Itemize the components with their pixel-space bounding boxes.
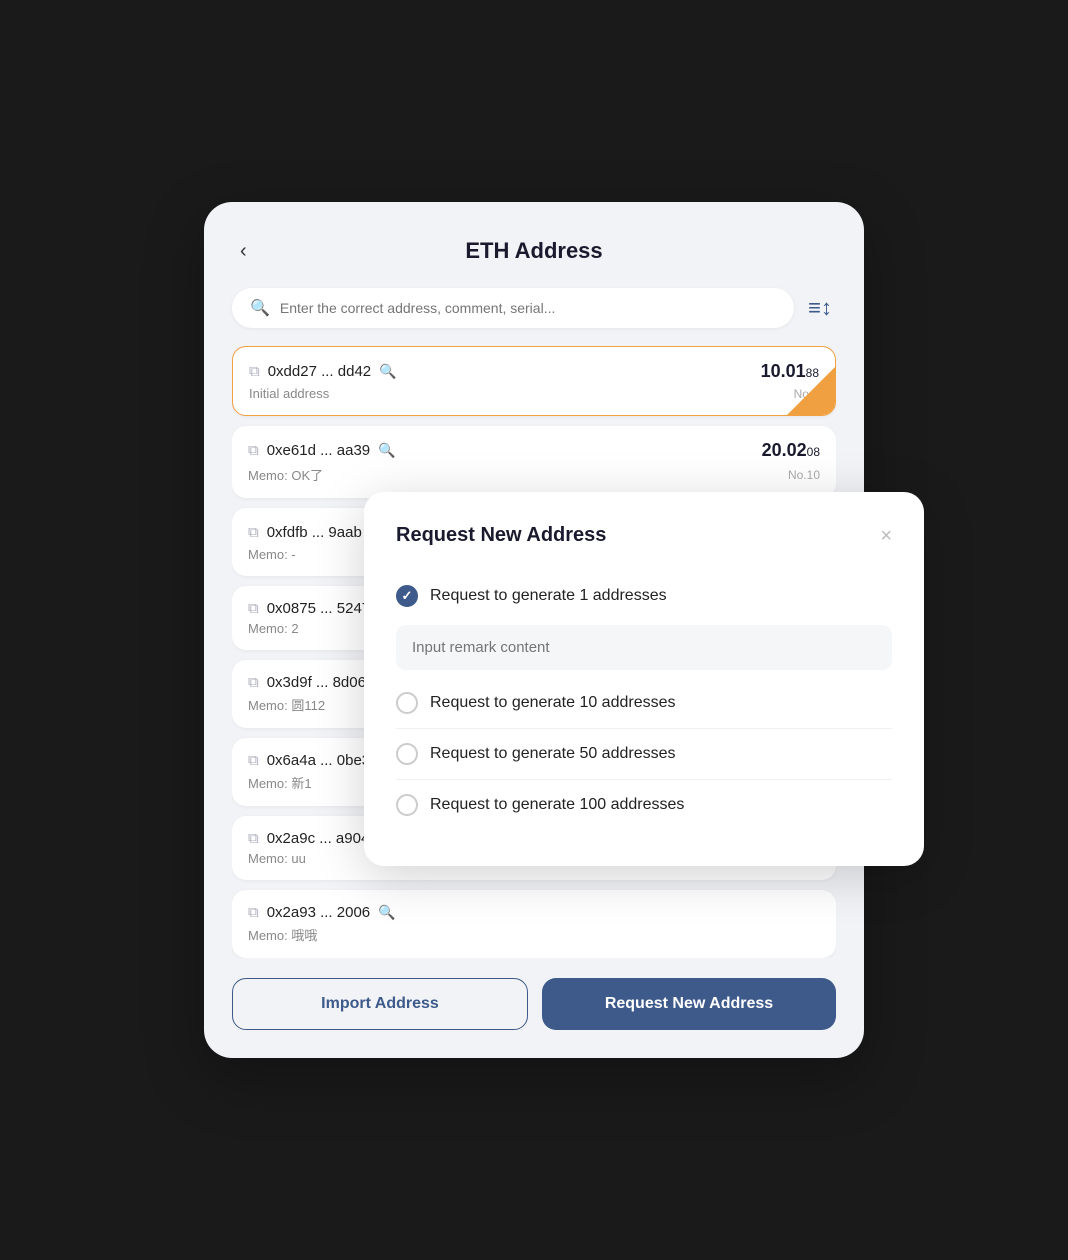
- copy-icon[interactable]: ⧉: [249, 363, 260, 380]
- modal-header: Request New Address ×: [396, 524, 892, 547]
- copy-icon[interactable]: ⧉: [248, 524, 259, 541]
- filter-button[interactable]: ≡↕: [804, 291, 836, 325]
- back-button[interactable]: ‹: [232, 236, 255, 267]
- import-address-button[interactable]: Import Address: [232, 978, 528, 1030]
- header: ‹ ETH Address: [232, 238, 836, 264]
- address-text: 0x3d9f ... 8d06: [267, 674, 366, 691]
- address-text: 0x2a9c ... a904: [267, 830, 370, 847]
- search-icon: 🔍: [250, 298, 270, 318]
- address-left: ⧉ 0x2a93 ... 2006 🔍: [248, 904, 396, 921]
- memo-text: Memo: OK了: [248, 465, 323, 484]
- search-row: 🔍 ≡↕: [232, 288, 836, 328]
- modal-close-button[interactable]: ×: [880, 526, 892, 546]
- amount-text: 20.0208: [762, 440, 820, 461]
- memo-text: Memo: -: [248, 547, 296, 562]
- address-bottom: Initial address No.0: [249, 386, 819, 401]
- copy-icon[interactable]: ⧉: [248, 830, 259, 847]
- search-box: 🔍: [232, 288, 794, 328]
- memo-text: Memo: 2: [248, 621, 299, 636]
- search-input[interactable]: [280, 300, 776, 316]
- copy-icon[interactable]: ⧉: [248, 752, 259, 769]
- radio-option[interactable]: Request to generate 1 addresses: [396, 575, 892, 617]
- radio-option-3[interactable]: Request to generate 50 addresses: [396, 733, 892, 775]
- address-text: 0x6a4a ... 0be3: [267, 752, 370, 769]
- radio-option-1[interactable]: Request to generate 1 addresses: [396, 575, 892, 617]
- radio-option[interactable]: Request to generate 100 addresses: [396, 784, 892, 826]
- address-text: 0xfdfb ... 9aab: [267, 524, 362, 541]
- radio-circle: [396, 794, 418, 816]
- memo-text: Memo: uu: [248, 851, 306, 866]
- modal-options: Request to generate 1 addresses Request …: [396, 575, 892, 826]
- search-address-icon[interactable]: 🔍: [378, 442, 395, 459]
- address-left: ⧉ 0xdd27 ... dd42 🔍: [249, 363, 397, 380]
- address-bottom: Memo: 哦哦: [248, 925, 820, 944]
- address-card-top: ⧉ 0x2a93 ... 2006 🔍: [248, 904, 820, 921]
- memo-text: Initial address: [249, 386, 329, 401]
- search-address-icon[interactable]: 🔍: [378, 904, 395, 921]
- memo-text: Memo: 新1: [248, 773, 312, 792]
- address-text: 0xdd27 ... dd42: [268, 363, 371, 380]
- divider: [396, 779, 892, 780]
- radio-label: Request to generate 10 addresses: [430, 694, 676, 712]
- active-corner-badge: [787, 367, 835, 415]
- address-card[interactable]: ⧉ 0xdd27 ... dd42 🔍 10.0188 Initial addr…: [232, 346, 836, 416]
- radio-option[interactable]: Request to generate 50 addresses: [396, 733, 892, 775]
- copy-icon[interactable]: ⧉: [248, 674, 259, 691]
- copy-icon[interactable]: ⧉: [248, 442, 259, 459]
- radio-option-2[interactable]: Request to generate 10 addresses: [396, 682, 892, 724]
- divider: [396, 728, 892, 729]
- address-card[interactable]: ⧉ 0xe61d ... aa39 🔍 20.0208 Memo: OK了 No…: [232, 426, 836, 498]
- address-text: 0xe61d ... aa39: [267, 442, 370, 459]
- page-title: ETH Address: [465, 238, 602, 264]
- address-bottom: Memo: OK了 No.10: [248, 465, 820, 484]
- remark-input-container: [396, 617, 892, 682]
- memo-text: Memo: 哦哦: [248, 925, 317, 944]
- no-text: No.10: [788, 468, 820, 482]
- radio-circle: [396, 743, 418, 765]
- address-text: 0x0875 ... 5247: [267, 600, 370, 617]
- radio-circle: [396, 585, 418, 607]
- copy-icon[interactable]: ⧉: [248, 600, 259, 617]
- app-container: ‹ ETH Address 🔍 ≡↕ ⧉ 0xdd27 ... dd42 🔍 1…: [204, 202, 864, 1058]
- address-card-top: ⧉ 0xe61d ... aa39 🔍 20.0208: [248, 440, 820, 461]
- radio-label: Request to generate 1 addresses: [430, 587, 667, 605]
- modal-title: Request New Address: [396, 524, 606, 547]
- request-new-address-modal: Request New Address × Request to generat…: [364, 492, 924, 866]
- memo-text: Memo: 圆112: [248, 695, 325, 714]
- radio-label: Request to generate 100 addresses: [430, 796, 684, 814]
- address-card-top: ⧉ 0xdd27 ... dd42 🔍 10.0188: [249, 361, 819, 382]
- radio-circle: [396, 692, 418, 714]
- search-address-icon[interactable]: 🔍: [379, 363, 396, 380]
- copy-icon[interactable]: ⧉: [248, 904, 259, 921]
- address-card[interactable]: ⧉ 0x2a93 ... 2006 🔍 Memo: 哦哦: [232, 890, 836, 958]
- remark-input[interactable]: [396, 625, 892, 670]
- address-text: 0x2a93 ... 2006: [267, 904, 370, 921]
- radio-option[interactable]: Request to generate 10 addresses: [396, 682, 892, 724]
- address-left: ⧉ 0xe61d ... aa39 🔍: [248, 442, 396, 459]
- footer-buttons: Import Address Request New Address: [232, 978, 836, 1030]
- radio-label: Request to generate 50 addresses: [430, 745, 676, 763]
- request-address-button[interactable]: Request New Address: [542, 978, 836, 1030]
- radio-option-4[interactable]: Request to generate 100 addresses: [396, 784, 892, 826]
